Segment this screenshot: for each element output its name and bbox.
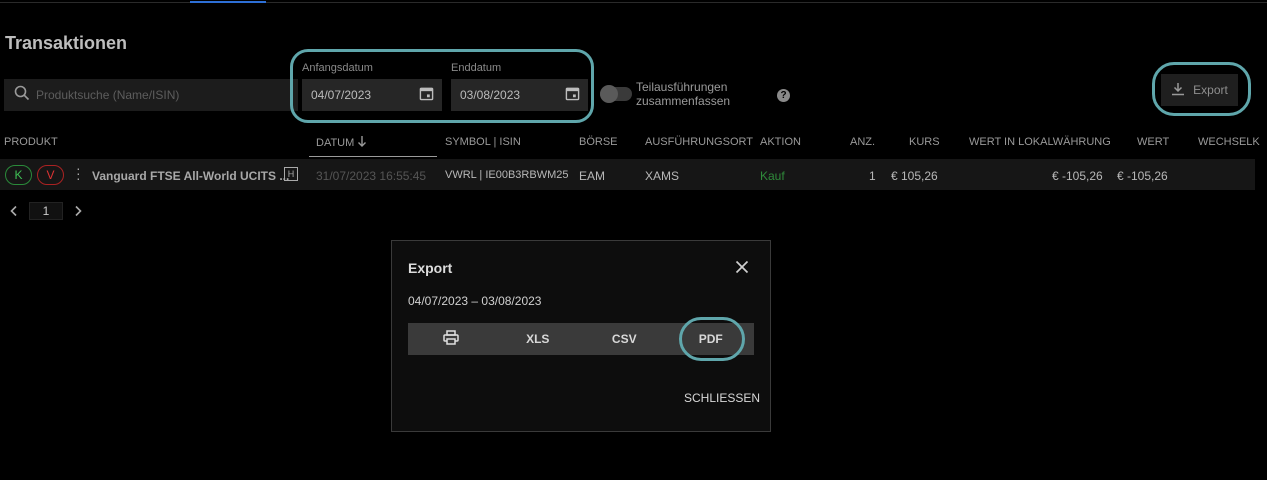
export-button[interactable]: Export xyxy=(1161,74,1238,106)
product-name[interactable]: Vanguard FTSE All-World UCITS ... xyxy=(92,169,289,183)
col-header-symbol[interactable]: SYMBOL | ISIN xyxy=(445,136,521,148)
cell-boerse: EAM xyxy=(579,169,606,183)
cell-kurs: € 105,26 xyxy=(891,169,938,183)
export-dialog: Export 04/07/2023 – 03/08/2023 XLS CSV P… xyxy=(391,240,771,432)
start-date-value: 04/07/2023 xyxy=(311,88,372,102)
product-search[interactable] xyxy=(4,79,298,111)
pdf-button[interactable]: PDF xyxy=(668,323,755,355)
print-button[interactable] xyxy=(408,323,495,355)
col-header-boerse[interactable]: BÖRSE xyxy=(579,136,618,148)
calendar-icon[interactable] xyxy=(419,86,434,104)
page-title: Transaktionen xyxy=(5,33,128,53)
col-header-produkt[interactable]: PRODUKT xyxy=(4,136,58,148)
cell-ort: XAMS xyxy=(645,169,680,183)
more-vert-icon[interactable]: · · · xyxy=(76,161,81,185)
export-button-label: Export xyxy=(1193,83,1228,97)
xls-button[interactable]: XLS xyxy=(495,323,582,355)
dialog-date-range: 04/07/2023 – 03/08/2023 xyxy=(408,294,542,308)
col-header-kurs[interactable]: KURS xyxy=(909,136,940,148)
merge-partial-executions-toggle[interactable] xyxy=(600,85,632,103)
end-date-field[interactable]: 03/08/2023 xyxy=(451,79,588,111)
start-date-label: Anfangsdatum xyxy=(302,62,373,74)
chevron-right-icon[interactable] xyxy=(73,204,83,220)
cell-anz: 1 xyxy=(869,169,876,183)
cell-symbol: VWRL | IE00B3RBWM25 xyxy=(445,169,569,181)
cell-wert: € -105,26 xyxy=(1117,169,1168,183)
active-tab-indicator xyxy=(190,1,266,3)
close-dialog-button[interactable]: SCHLIESSEN xyxy=(684,391,760,405)
col-header-wert[interactable]: WERT xyxy=(1137,136,1169,148)
calendar-icon[interactable] xyxy=(565,86,580,104)
toggle-label-line2: zusammenfassen xyxy=(636,94,731,108)
col-header-wechselkurs[interactable]: WECHSELK xyxy=(1198,136,1260,148)
h-badge: H xyxy=(284,167,298,181)
cell-aktion: Kauf xyxy=(760,169,785,183)
end-date-label: Enddatum xyxy=(451,62,502,74)
start-date-field[interactable]: 04/07/2023 xyxy=(302,79,442,111)
cell-wert-lokal: € -105,26 xyxy=(1052,169,1103,183)
col-header-aktion[interactable]: AKTION xyxy=(760,136,801,148)
arrow-down-icon xyxy=(357,136,367,149)
chevron-left-icon[interactable] xyxy=(9,204,19,220)
col-header-wert-lokal[interactable]: WERT IN LOKALWÄHRUNG xyxy=(969,136,1111,148)
col-header-datum[interactable]: DATUM xyxy=(316,136,367,149)
col-header-anz[interactable]: ANZ. xyxy=(850,136,875,148)
toggle-label-line1: Teilausführungen xyxy=(636,80,728,94)
export-format-group: XLS CSV PDF xyxy=(408,323,754,355)
buy-button[interactable]: K xyxy=(5,165,32,185)
sell-button[interactable]: V xyxy=(37,165,64,185)
dialog-title: Export xyxy=(408,260,453,276)
page-number-input[interactable]: 1 xyxy=(29,202,63,220)
toggle-knob xyxy=(600,85,618,103)
print-icon xyxy=(443,330,459,348)
toggle-label: Teilausführungen zusammenfassen xyxy=(636,80,730,108)
sort-underline xyxy=(309,156,437,157)
close-icon[interactable] xyxy=(735,258,749,278)
col-header-ort[interactable]: AUSFÜHRUNGSORT xyxy=(645,136,753,148)
col-header-datum-label: DATUM xyxy=(316,137,355,149)
csv-button[interactable]: CSV xyxy=(581,323,668,355)
help-icon[interactable]: ? xyxy=(777,89,790,102)
search-input[interactable] xyxy=(36,88,286,102)
cell-datum: 31/07/2023 16:55:45 xyxy=(316,169,427,183)
download-icon xyxy=(1171,82,1185,99)
end-date-value: 03/08/2023 xyxy=(460,88,521,102)
search-icon xyxy=(14,85,30,106)
